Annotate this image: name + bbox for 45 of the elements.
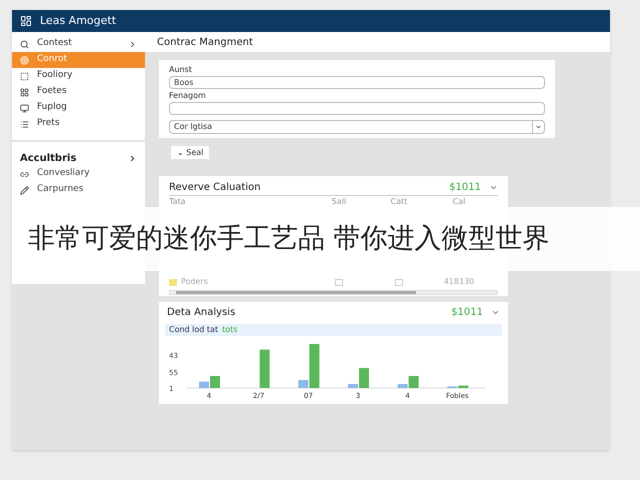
monitor-icon: [20, 104, 29, 112]
input-field[interactable]: Boos: [169, 76, 545, 89]
list-icon: [20, 120, 29, 128]
chevron-icon: [128, 40, 137, 48]
grid-icon: [20, 88, 29, 96]
target-icon: [20, 56, 29, 64]
sidebar-item[interactable]: Contest: [12, 36, 145, 52]
checkbox[interactable]: [335, 278, 343, 286]
chevron-icon: [491, 308, 500, 317]
app-icon: [20, 15, 32, 27]
amount-text: $1011: [451, 306, 483, 320]
sidebar-item[interactable]: Fuplog: [12, 100, 145, 116]
column-header: Cal: [452, 196, 466, 208]
table-cell: Poders: [181, 276, 208, 288]
search-icon: [20, 40, 29, 48]
column-header: Catt: [390, 196, 408, 208]
amount-text: $1011: [449, 180, 481, 194]
sidebar-item[interactable]: Carpurnes: [12, 182, 145, 198]
seal-button[interactable]: ⌄ Seal: [171, 146, 210, 159]
legend-text: Cond lod tat: [169, 324, 218, 336]
square-icon: [20, 72, 29, 80]
column-header: Sall: [330, 196, 348, 208]
legend-text: tots: [222, 324, 238, 336]
select-field[interactable]: Cor lgtisa: [169, 120, 545, 134]
page-title: Contrac Mangment: [157, 36, 253, 50]
sidebar-item[interactable]: Prets: [12, 116, 145, 132]
card-title: Reverve Caluation: [169, 180, 262, 194]
column-header: Tata: [169, 196, 187, 208]
window-title: Leas Amogett: [40, 12, 116, 29]
input-field[interactable]: [169, 102, 545, 115]
bar: [260, 350, 270, 388]
scrollbar[interactable]: [169, 290, 498, 295]
sidebar-item[interactable]: Foetes: [12, 84, 145, 100]
card-title: Deta Analysis: [167, 306, 236, 320]
section-title: Accultbris: [20, 152, 78, 166]
checkbox[interactable]: [395, 278, 403, 286]
pencil-icon: [20, 186, 29, 194]
chevron-icon: [128, 154, 137, 162]
field-label: Fenagom: [169, 90, 207, 102]
field-label: Aunst: [169, 64, 193, 76]
caption-text: 非常可爱的迷你手工艺品 带你进入微型世界: [28, 222, 550, 256]
table-cell-text: 418130: [442, 276, 476, 288]
sidebar-item[interactable]: Fooliory: [12, 68, 145, 84]
sidebar-item[interactable]: Convesliary: [12, 166, 145, 182]
link-icon: [20, 170, 29, 178]
